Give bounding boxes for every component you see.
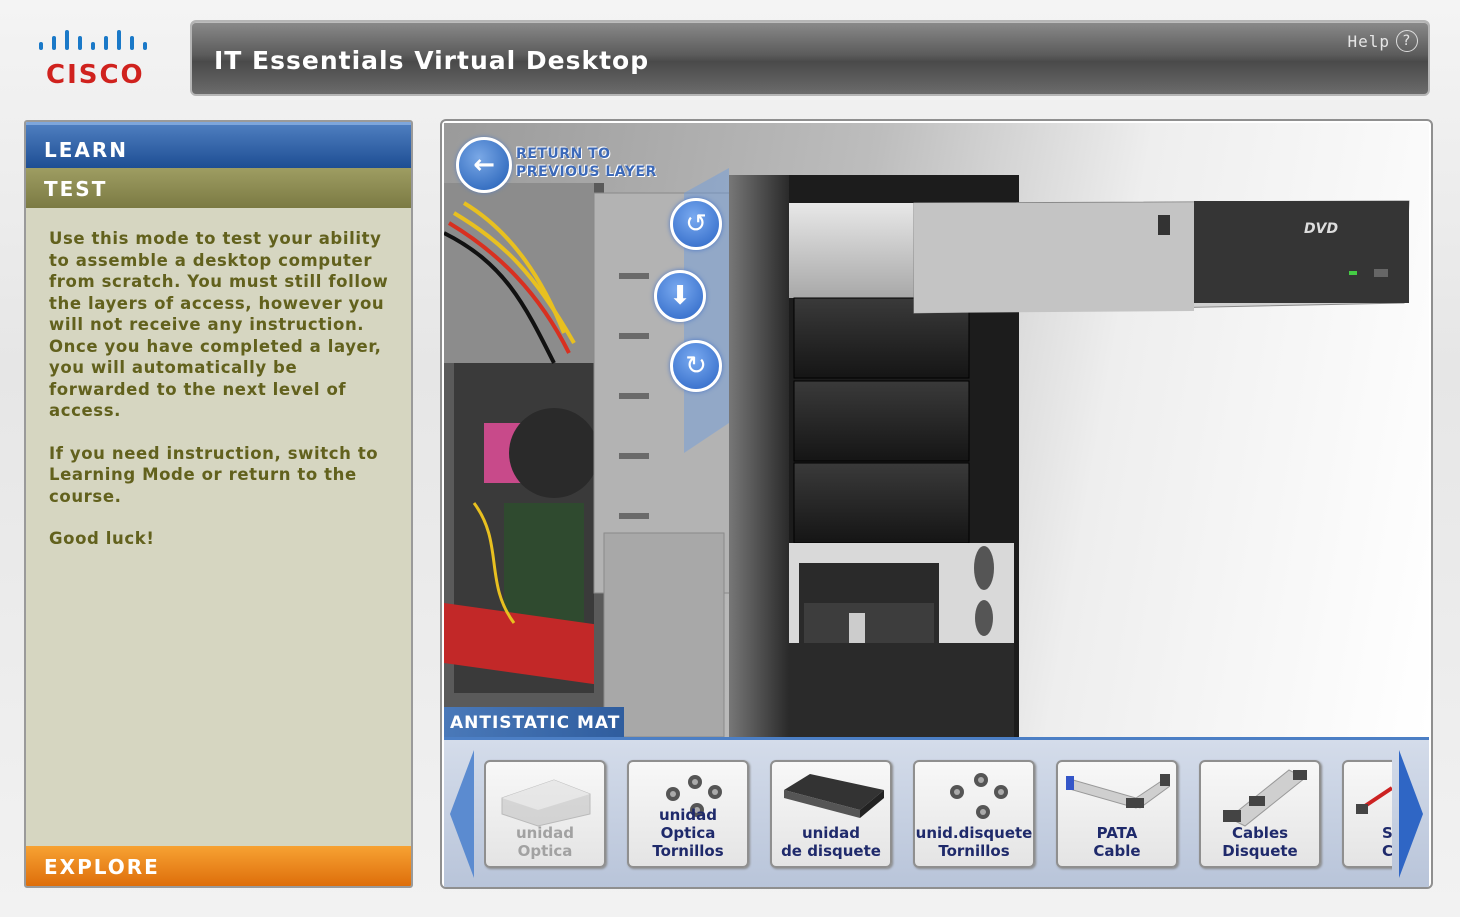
tray-item-line2: Cable <box>1093 842 1141 860</box>
tray-item-line2: Tornillos <box>652 842 724 860</box>
tray-items: unidad Optica unidad Optica Tornillos un… <box>484 758 1392 876</box>
mode-description: Use this mode to test your ability to as… <box>49 228 394 571</box>
rotate-ccw-icon: ↺ <box>685 209 707 239</box>
download-icon: ⬇ <box>669 281 691 311</box>
return-previous-layer-label[interactable]: RETURN TO PREVIOUS LAYER <box>516 145 657 181</box>
cisco-bars-icon <box>39 30 147 50</box>
tray-item-label: PATA Cable <box>1058 824 1176 860</box>
page-title: IT Essentials Virtual Desktop <box>214 46 650 75</box>
tray-item-label: Cables Disquete <box>1201 824 1319 860</box>
return-label-line2: PREVIOUS LAYER <box>516 164 657 180</box>
help-label: Help <box>1347 31 1390 51</box>
tray-item-line2: C <box>1382 842 1392 860</box>
return-previous-layer-button[interactable]: ← <box>456 137 512 193</box>
tray-item-label: S C <box>1344 824 1392 860</box>
floppy-cable-icon <box>1223 769 1307 827</box>
brand-name: CISCO <box>46 60 145 90</box>
tray-item-line1: S <box>1382 824 1392 842</box>
tab-learn[interactable]: LEARN <box>26 122 411 168</box>
tray-item-label: unid.disquete Tornillos <box>915 824 1033 860</box>
screws-icon <box>950 773 1008 819</box>
tray-item-line1: unidad <box>801 824 861 842</box>
mode-panel: LEARN TEST Use this mode to test your ab… <box>24 120 413 888</box>
return-label-line1: RETURN TO <box>516 146 611 162</box>
tray-item-floppy-screws[interactable]: unid.disquete Tornillos <box>913 760 1035 868</box>
antistatic-mat-label: ANTISTATIC MAT <box>444 707 624 737</box>
tray-item-line1: Cables <box>1231 824 1289 842</box>
tray-item-label: unidad Optica Tornillos <box>629 806 747 860</box>
title-bar: IT Essentials Virtual Desktop Help ? <box>190 20 1430 96</box>
main-viewport: DVD ← RETURN TO PREVIOUS LAYER ↺ ⬇ ↻ ANT… <box>440 119 1433 889</box>
rotate-left-button[interactable]: ↺ <box>670 198 722 250</box>
move-down-button[interactable]: ⬇ <box>654 270 706 322</box>
description-paragraph: Use this mode to test your ability to as… <box>49 229 389 420</box>
floppy-drive-icon <box>784 774 884 818</box>
tray-item-line1: unidad <box>515 824 575 842</box>
sata-cable-icon <box>1356 786 1392 814</box>
tray-item-line1: PATA <box>1096 824 1138 842</box>
tray-item-line1: unidad Optica <box>658 806 718 842</box>
component-tray: unidad Optica unidad Optica Tornillos un… <box>444 737 1429 888</box>
tray-item-line2: Disquete <box>1222 842 1298 860</box>
tab-test[interactable]: TEST <box>26 168 411 208</box>
tray-item-label: unidad de disquete <box>772 824 890 860</box>
tray-item-line2: de disquete <box>781 842 881 860</box>
tray-item-line2: Tornillos <box>938 842 1010 860</box>
arrow-left-icon: ← <box>473 150 495 180</box>
tray-item-sata-cable[interactable]: S C <box>1342 760 1392 868</box>
pata-cable-icon <box>1066 774 1170 809</box>
tray-item-line2: Optica <box>517 842 573 860</box>
computer-case-illustration: DVD <box>444 168 1410 737</box>
description-paragraph: Good luck! <box>49 529 155 548</box>
tray-item-floppy-drive[interactable]: unidad de disquete <box>770 760 892 868</box>
help-icon: ? <box>1396 30 1418 52</box>
computer-scene[interactable]: DVD ← RETURN TO PREVIOUS LAYER ↺ ⬇ ↻ ANT… <box>444 123 1429 737</box>
tab-explore[interactable]: EXPLORE <box>26 846 411 886</box>
optical-drive-icon <box>501 779 591 827</box>
tray-item-pata-cable[interactable]: PATA Cable <box>1056 760 1178 868</box>
dvd-logo: DVD <box>1304 221 1338 237</box>
tray-scroll-right-icon[interactable] <box>1393 740 1429 888</box>
tray-item-label: unidad Optica <box>486 824 604 860</box>
tray-item-floppy-cables[interactable]: Cables Disquete <box>1199 760 1321 868</box>
help-button[interactable]: Help ? <box>1347 30 1418 52</box>
tray-item-optical-drive[interactable]: unidad Optica <box>484 760 606 868</box>
tray-item-optical-screws[interactable]: unidad Optica Tornillos <box>627 760 749 868</box>
tray-scroll-left-icon[interactable] <box>444 740 480 888</box>
cisco-logo: CISCO <box>36 28 151 92</box>
rotate-right-button[interactable]: ↻ <box>670 340 722 392</box>
description-paragraph: If you need instruction, switch to Learn… <box>49 443 379 506</box>
rotate-cw-icon: ↻ <box>685 351 707 381</box>
tray-item-line1: unid.disquete <box>915 824 1033 842</box>
